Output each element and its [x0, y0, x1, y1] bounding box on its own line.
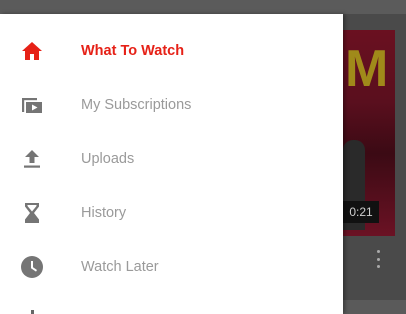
nav-item-what-to-watch[interactable]: What To Watch	[0, 24, 343, 78]
nav-item-my-subscriptions[interactable]: My Subscriptions	[0, 78, 343, 132]
video-duration-badge: 0:21	[343, 201, 379, 223]
nav-item-label: What To Watch	[81, 43, 185, 59]
home-icon	[22, 42, 42, 60]
subscriptions-icon	[22, 98, 42, 113]
thumbnail-logo-image: M	[345, 40, 389, 98]
nav-item-label: My Subscriptions	[81, 97, 192, 113]
hourglass-icon	[25, 203, 39, 223]
nav-item-history[interactable]: History	[0, 186, 343, 240]
nav-item-uploads[interactable]: Uploads	[0, 132, 343, 186]
more-options-icon[interactable]	[373, 250, 383, 268]
navigation-drawer: What To Watch My Subscriptions Uploads H…	[0, 14, 343, 314]
partially-visible-icon	[31, 310, 34, 314]
background-footer	[343, 300, 406, 314]
background-app-bar	[0, 0, 406, 14]
nav-item-label: Uploads	[81, 151, 135, 167]
nav-item-label: History	[81, 205, 127, 221]
upload-icon	[24, 150, 40, 168]
nav-item-watch-later[interactable]: Watch Later	[0, 240, 343, 294]
nav-item-label: Watch Later	[81, 259, 159, 275]
clock-icon	[21, 256, 43, 278]
